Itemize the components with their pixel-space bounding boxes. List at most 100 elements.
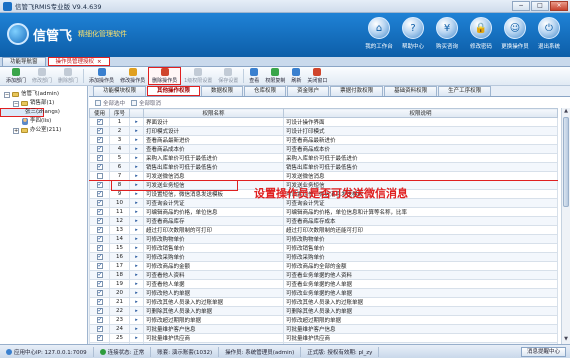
close-button[interactable]: ×	[550, 1, 568, 11]
col-header-use[interactable]: 使用	[89, 108, 110, 118]
use-cell[interactable]	[89, 180, 110, 190]
tree-node[interactable]: 李四(lis)	[0, 117, 87, 126]
use-cell[interactable]	[89, 243, 110, 253]
use-checkbox[interactable]	[96, 182, 103, 188]
col-header-no[interactable]: 序号	[109, 108, 130, 118]
header-tool-user-switch[interactable]: ☺ 更换操作员	[498, 17, 532, 55]
permission-tab[interactable]: 资金账户	[287, 86, 330, 96]
table-row[interactable]: 22 ▸ 可删除其他人员录入的单据可删除其他人员录入的单据	[89, 306, 558, 316]
table-row[interactable]: 4 ▸ 查看商品成本价可查看商品成本价	[89, 144, 558, 154]
header-tool-cart[interactable]: ¥ 购买咨询	[430, 17, 464, 55]
maximize-button[interactable]: □	[531, 1, 549, 11]
permission-tab[interactable]: 仓库权限	[244, 86, 287, 96]
permission-tab[interactable]: 基础资料权限	[384, 86, 438, 96]
header-tool-help[interactable]: ? 帮助中心	[396, 17, 430, 55]
tab-close-icon[interactable]: ×	[97, 59, 102, 65]
use-checkbox[interactable]	[96, 119, 103, 125]
header-tool-power[interactable]: ⏻ 退出系统	[532, 17, 566, 55]
use-cell[interactable]	[89, 198, 110, 208]
table-row[interactable]: 17 ▸ 可修改商品的金额可修改商品的全部的金额	[89, 261, 558, 271]
table-row[interactable]: 15 ▸ 可修改销售单价可修改销售单价	[89, 243, 558, 253]
collapse-icon[interactable]: −	[13, 100, 19, 107]
table-row[interactable]: 3 ▸ 查看商品最新进价可查看商品最新进价	[89, 135, 558, 145]
permission-tab[interactable]: 生产工序权限	[438, 86, 492, 96]
table-row[interactable]: 6 ▸ 销售出库单价可低于最低售价销售出库单价可低于最低售价	[89, 162, 558, 172]
close-window-button[interactable]: 关闭窗口	[304, 68, 330, 84]
use-cell[interactable]	[89, 117, 110, 127]
use-cell[interactable]	[89, 126, 110, 136]
use-checkbox[interactable]	[96, 128, 103, 134]
use-cell[interactable]	[89, 261, 110, 271]
scroll-thumb[interactable]	[563, 117, 569, 207]
use-checkbox[interactable]	[96, 200, 103, 206]
permission-tab[interactable]: 票据付款权限	[330, 86, 384, 96]
use-cell[interactable]	[89, 207, 110, 217]
use-cell[interactable]	[89, 135, 110, 145]
use-checkbox[interactable]	[96, 164, 103, 170]
use-cell[interactable]	[89, 252, 110, 262]
use-checkbox[interactable]	[96, 245, 103, 251]
tree-node[interactable]: 张三(zhangs)	[0, 108, 60, 117]
scroll-down-icon[interactable]: ▼	[562, 336, 570, 344]
tab-function-nav[interactable]: 功能导航窗	[2, 57, 46, 66]
use-cell[interactable]	[89, 216, 110, 226]
use-checkbox[interactable]	[96, 299, 103, 305]
table-row[interactable]: 12 ▸ 可查看商品库存可查看商品库存成本	[89, 216, 558, 226]
minimize-button[interactable]: −	[512, 1, 530, 11]
table-row[interactable]: 21 ▸ 可修改其他人员录入的过账单据可修改其他人员录入的过账单据	[89, 297, 558, 307]
table-row[interactable]: 14 ▸ 可修改购物单价可修改购物单价	[89, 234, 558, 244]
collapse-icon[interactable]: −	[4, 91, 10, 98]
view-button[interactable]: 查看	[246, 68, 262, 84]
message-center-button[interactable]: 消息提醒中心	[520, 346, 566, 357]
header-tool-home[interactable]: ⌂ 我的工作台	[362, 17, 396, 55]
col-header-name[interactable]: 权限名称	[143, 108, 284, 118]
table-row[interactable]: 11 ▸ 可编辑商品的价格，单位信息可编辑商品的价格，单位信息和计算等名称，比率	[89, 207, 558, 217]
use-checkbox[interactable]	[96, 308, 103, 314]
table-row[interactable]: 24 ▸ 可批量维护客户信息可批量维护客户信息	[89, 324, 558, 334]
tab-operator-auth[interactable]: 操作员管理授权 ×	[47, 57, 110, 66]
table-row[interactable]: 18 ▸ 可查看他人资料可查看业务单据的他人资料	[89, 270, 558, 280]
vertical-scrollbar[interactable]: ▲ ▼	[561, 108, 570, 344]
use-checkbox[interactable]	[96, 146, 103, 152]
use-cell[interactable]	[89, 324, 110, 334]
use-cell[interactable]	[89, 279, 110, 289]
use-checkbox[interactable]	[96, 326, 103, 332]
use-checkbox[interactable]	[96, 335, 103, 341]
use-cell[interactable]	[89, 189, 110, 199]
table-row[interactable]: 23 ▸ 可修改超过期限的单据可修改超过期限的单据	[89, 315, 558, 325]
permission-tab[interactable]: 数据权限	[201, 86, 244, 96]
edit-user-button[interactable]: 修改操作员	[117, 68, 148, 84]
select-none-button[interactable]: 全部取消	[131, 99, 161, 107]
use-checkbox[interactable]	[96, 191, 103, 197]
delete-user-button[interactable]: 删除操作员	[148, 67, 182, 85]
use-checkbox[interactable]	[96, 218, 103, 224]
table-row[interactable]: 19 ▸ 可查看他人单据可查看业务单据的他人单据	[89, 279, 558, 289]
table-row[interactable]: 2 ▸ 打印模式设计可设计打印模式	[89, 126, 558, 136]
use-cell[interactable]	[89, 225, 110, 235]
use-checkbox[interactable]	[96, 236, 103, 242]
table-row[interactable]: 25 ▸ 可批量维护供应商可批量维护供应商	[89, 333, 558, 343]
use-cell[interactable]	[89, 315, 110, 325]
use-cell[interactable]	[89, 270, 110, 280]
use-cell[interactable]	[89, 288, 110, 298]
tree-node[interactable]: − 销售部(1)	[0, 99, 87, 108]
use-cell[interactable]	[89, 162, 110, 172]
table-row[interactable]: 20 ▸ 可修改他人的单据可修改业务单据的他人单据	[89, 288, 558, 298]
use-cell[interactable]	[89, 144, 110, 154]
table-row[interactable]: 13 ▸ 超过打印次数限制的可打印超过打印次数限制的还能可打印	[89, 225, 558, 235]
permission-tab[interactable]: 其他操作权限	[147, 86, 201, 96]
use-checkbox[interactable]	[96, 137, 103, 143]
tree-node[interactable]: − 信管飞(admin)	[0, 90, 87, 99]
col-header-desc[interactable]: 权限说明	[283, 108, 558, 118]
use-cell[interactable]	[89, 306, 110, 316]
refresh-button[interactable]: 刷新	[288, 68, 304, 84]
header-tool-lock[interactable]: 🔒 修改密码	[464, 17, 498, 55]
use-checkbox[interactable]	[96, 263, 103, 269]
tree-node[interactable]: + 办公室(211)	[0, 126, 87, 135]
use-cell[interactable]	[89, 153, 110, 163]
use-checkbox[interactable]	[96, 209, 103, 215]
use-checkbox[interactable]	[96, 317, 103, 323]
add-user-button[interactable]: 添加操作员	[86, 68, 117, 84]
use-checkbox[interactable]	[96, 172, 103, 179]
copy-button[interactable]: 权限复制	[262, 68, 288, 84]
